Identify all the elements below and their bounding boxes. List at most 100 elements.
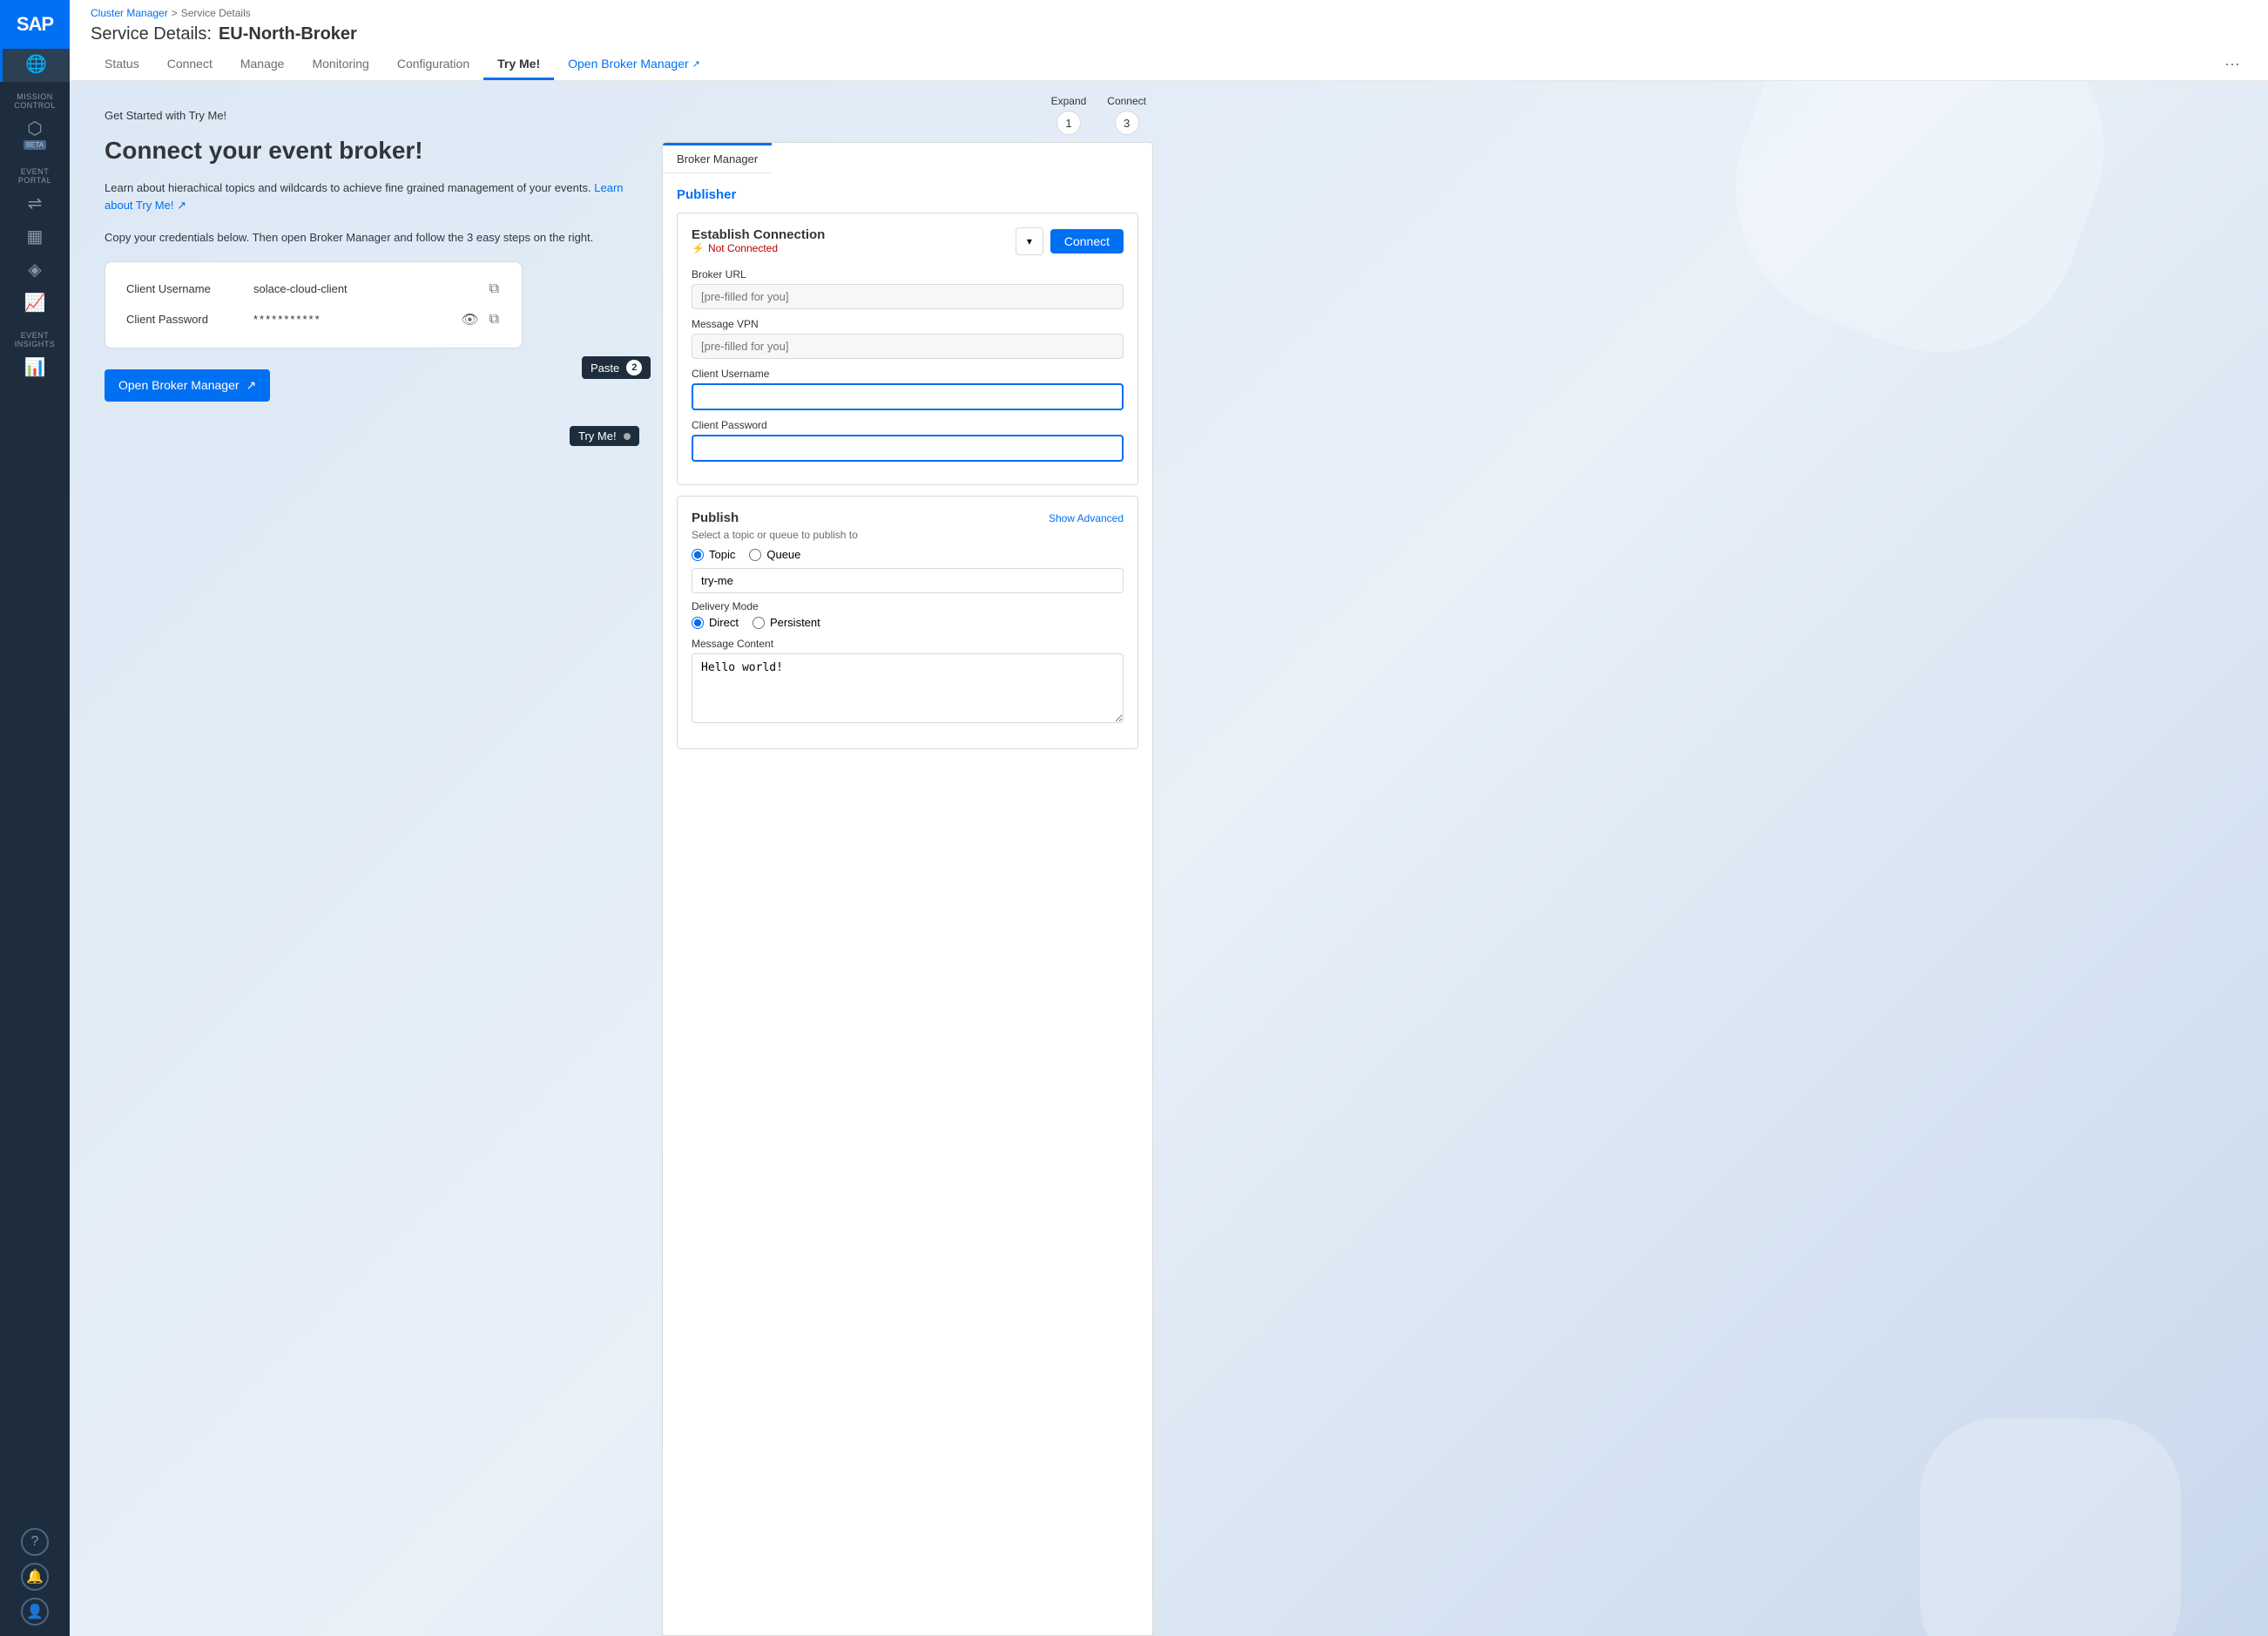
client-username-field: Client Username xyxy=(692,368,1124,410)
broker-url-field: Broker URL xyxy=(692,268,1124,309)
client-password-input[interactable] xyxy=(692,435,1124,462)
connect-button[interactable]: Connect xyxy=(1050,229,1124,254)
delivery-mode-radio-group: Direct Persistent xyxy=(692,616,1124,629)
establish-title-group: Establish Connection ⚡ Not Connected xyxy=(692,227,825,265)
breadcrumb-current: Service Details xyxy=(181,7,251,19)
broker-url-label: Broker URL xyxy=(692,268,1124,281)
tab-open-broker-manager[interactable]: Open Broker Manager ↗ xyxy=(554,50,714,80)
show-advanced-link[interactable]: Show Advanced xyxy=(1049,512,1124,524)
queue-radio-input[interactable] xyxy=(749,549,761,561)
more-options-button[interactable]: ··· xyxy=(2217,48,2247,80)
share-icon: ⬡ xyxy=(27,120,42,138)
queue-radio-option[interactable]: Queue xyxy=(749,548,800,561)
sidebar-item-mission-control[interactable]: 🌐 xyxy=(0,49,70,82)
tabs-row: Status Connect Manage Monitoring Configu… xyxy=(91,48,2247,80)
page-title-row: Service Details: EU-North-Broker xyxy=(91,19,2247,44)
try-me-badge: Try Me! xyxy=(570,426,639,446)
step-connect: Connect 3 xyxy=(1107,95,1146,135)
sidebar-item-docs[interactable]: ▦ xyxy=(0,221,70,254)
message-content-field: Message Content Hello world! xyxy=(692,638,1124,726)
message-content-input[interactable]: Hello world! xyxy=(692,653,1124,723)
publish-section: Publish Show Advanced Select a topic or … xyxy=(677,496,1138,749)
bg-shape-2 xyxy=(1920,1418,2181,1636)
try-me-label: Try Me! xyxy=(578,429,617,443)
message-vpn-label: Message VPN xyxy=(692,318,1124,330)
dropdown-icon: ▾ xyxy=(1027,235,1032,247)
sidebar-item-web[interactable]: ◈ xyxy=(0,254,70,287)
not-connected-icon: ⚡ xyxy=(692,242,705,254)
copy-username-button[interactable]: ⧉ xyxy=(488,280,501,299)
broker-card-inner: Publisher Establish Connection ⚡ Not Con… xyxy=(663,173,1152,763)
bar-chart-icon: 📊 xyxy=(24,359,46,376)
topic-radio-input[interactable] xyxy=(692,549,704,561)
establish-header: Establish Connection ⚡ Not Connected ▾ xyxy=(692,227,1124,265)
paste-number: 2 xyxy=(626,360,642,375)
notifications-button[interactable]: 🔔 xyxy=(21,1563,49,1591)
credentials-box: Client Username solace-cloud-client ⧉ Cl… xyxy=(105,261,523,348)
publisher-label: Publisher xyxy=(677,187,1138,202)
topic-input[interactable] xyxy=(692,568,1124,593)
client-username-input[interactable] xyxy=(692,383,1124,410)
open-broker-icon: ↗ xyxy=(246,378,257,393)
header: Cluster Manager > Service Details Servic… xyxy=(70,0,2268,81)
main-content: Cluster Manager > Service Details Servic… xyxy=(70,0,2268,1636)
chart-line-icon: 📈 xyxy=(24,294,46,312)
tab-try-me[interactable]: Try Me! xyxy=(483,50,554,80)
broker-card-tab[interactable]: Broker Manager xyxy=(663,143,772,173)
password-label: Client Password xyxy=(126,313,240,326)
try-me-dot xyxy=(624,433,631,440)
description-text-1: Learn about hierachical topics and wildc… xyxy=(105,179,627,216)
sidebar-item-arrows[interactable]: ⇌ xyxy=(0,188,70,221)
sap-logo-text: SAP xyxy=(17,13,53,36)
persistent-radio-input[interactable] xyxy=(753,617,765,629)
globe-icon: 🌐 xyxy=(25,56,47,73)
tab-manage[interactable]: Manage xyxy=(226,50,299,80)
delivery-mode-field: Delivery Mode Direct Persistent xyxy=(692,600,1124,629)
dropdown-button[interactable]: ▾ xyxy=(1016,227,1043,255)
topic-radio-option[interactable]: Topic xyxy=(692,548,735,561)
not-connected-status: ⚡ Not Connected xyxy=(692,242,825,254)
tab-connect[interactable]: Connect xyxy=(153,50,226,80)
web-icon: ◈ xyxy=(28,261,41,279)
tab-monitoring[interactable]: Monitoring xyxy=(298,50,382,80)
breadcrumb-parent[interactable]: Cluster Manager xyxy=(91,7,168,19)
page-title-value: EU-North-Broker xyxy=(219,24,357,44)
tab-configuration[interactable]: Configuration xyxy=(383,50,483,80)
open-broker-manager-button[interactable]: Open Broker Manager ↗ xyxy=(105,369,270,402)
client-password-label: Client Password xyxy=(692,419,1124,431)
broker-url-input[interactable] xyxy=(692,284,1124,309)
sidebar-item-share[interactable]: ⬡ BETA xyxy=(0,113,70,157)
message-vpn-input[interactable] xyxy=(692,334,1124,359)
paste-badge: Paste 2 xyxy=(582,356,651,379)
user-button[interactable]: 👤 xyxy=(21,1598,49,1626)
tab-status[interactable]: Status xyxy=(91,50,153,80)
password-actions: 👁 ⧉ xyxy=(459,309,501,330)
password-row: Client Password *********** 👁 ⧉ xyxy=(126,309,501,330)
breadcrumb-separator: > xyxy=(172,7,178,19)
publish-header: Publish Show Advanced xyxy=(692,510,1124,525)
mission-control-label: Mission Control xyxy=(0,92,70,110)
message-vpn-field: Message VPN xyxy=(692,318,1124,359)
sidebar-item-chart-line[interactable]: 📈 xyxy=(0,287,70,321)
direct-radio-option[interactable]: Direct xyxy=(692,616,739,629)
bg-shape-1 xyxy=(1697,81,2143,391)
step-expand-label: Expand xyxy=(1051,95,1087,107)
content-area: Get Started with Try Me! Connect your ev… xyxy=(70,81,2268,1636)
step-connect-label: Connect xyxy=(1107,95,1146,107)
page-title-label: Service Details: xyxy=(91,24,212,44)
show-password-button[interactable]: 👁 xyxy=(459,309,480,330)
step-expand-number: 1 xyxy=(1056,111,1081,135)
direct-radio-input[interactable] xyxy=(692,617,704,629)
persistent-radio-option[interactable]: Persistent xyxy=(753,616,820,629)
sidebar-bottom: ? 🔔 👤 xyxy=(0,1524,70,1636)
sidebar: SAP 🌐 Mission Control ⬡ BETA Event Porta… xyxy=(0,0,70,1636)
establish-title: Establish Connection xyxy=(692,227,825,242)
help-button[interactable]: ? xyxy=(21,1528,49,1556)
step-connect-number: 3 xyxy=(1115,111,1139,135)
step-indicators: Expand 1 Connect 3 xyxy=(662,95,1153,142)
sidebar-item-bar-chart[interactable]: 📊 xyxy=(0,352,70,385)
copy-password-button[interactable]: ⧉ xyxy=(488,310,501,329)
left-panel: Get Started with Try Me! Connect your ev… xyxy=(70,81,662,1636)
step-expand: Expand 1 xyxy=(1051,95,1087,135)
establish-connection-section: Establish Connection ⚡ Not Connected ▾ xyxy=(677,213,1138,485)
